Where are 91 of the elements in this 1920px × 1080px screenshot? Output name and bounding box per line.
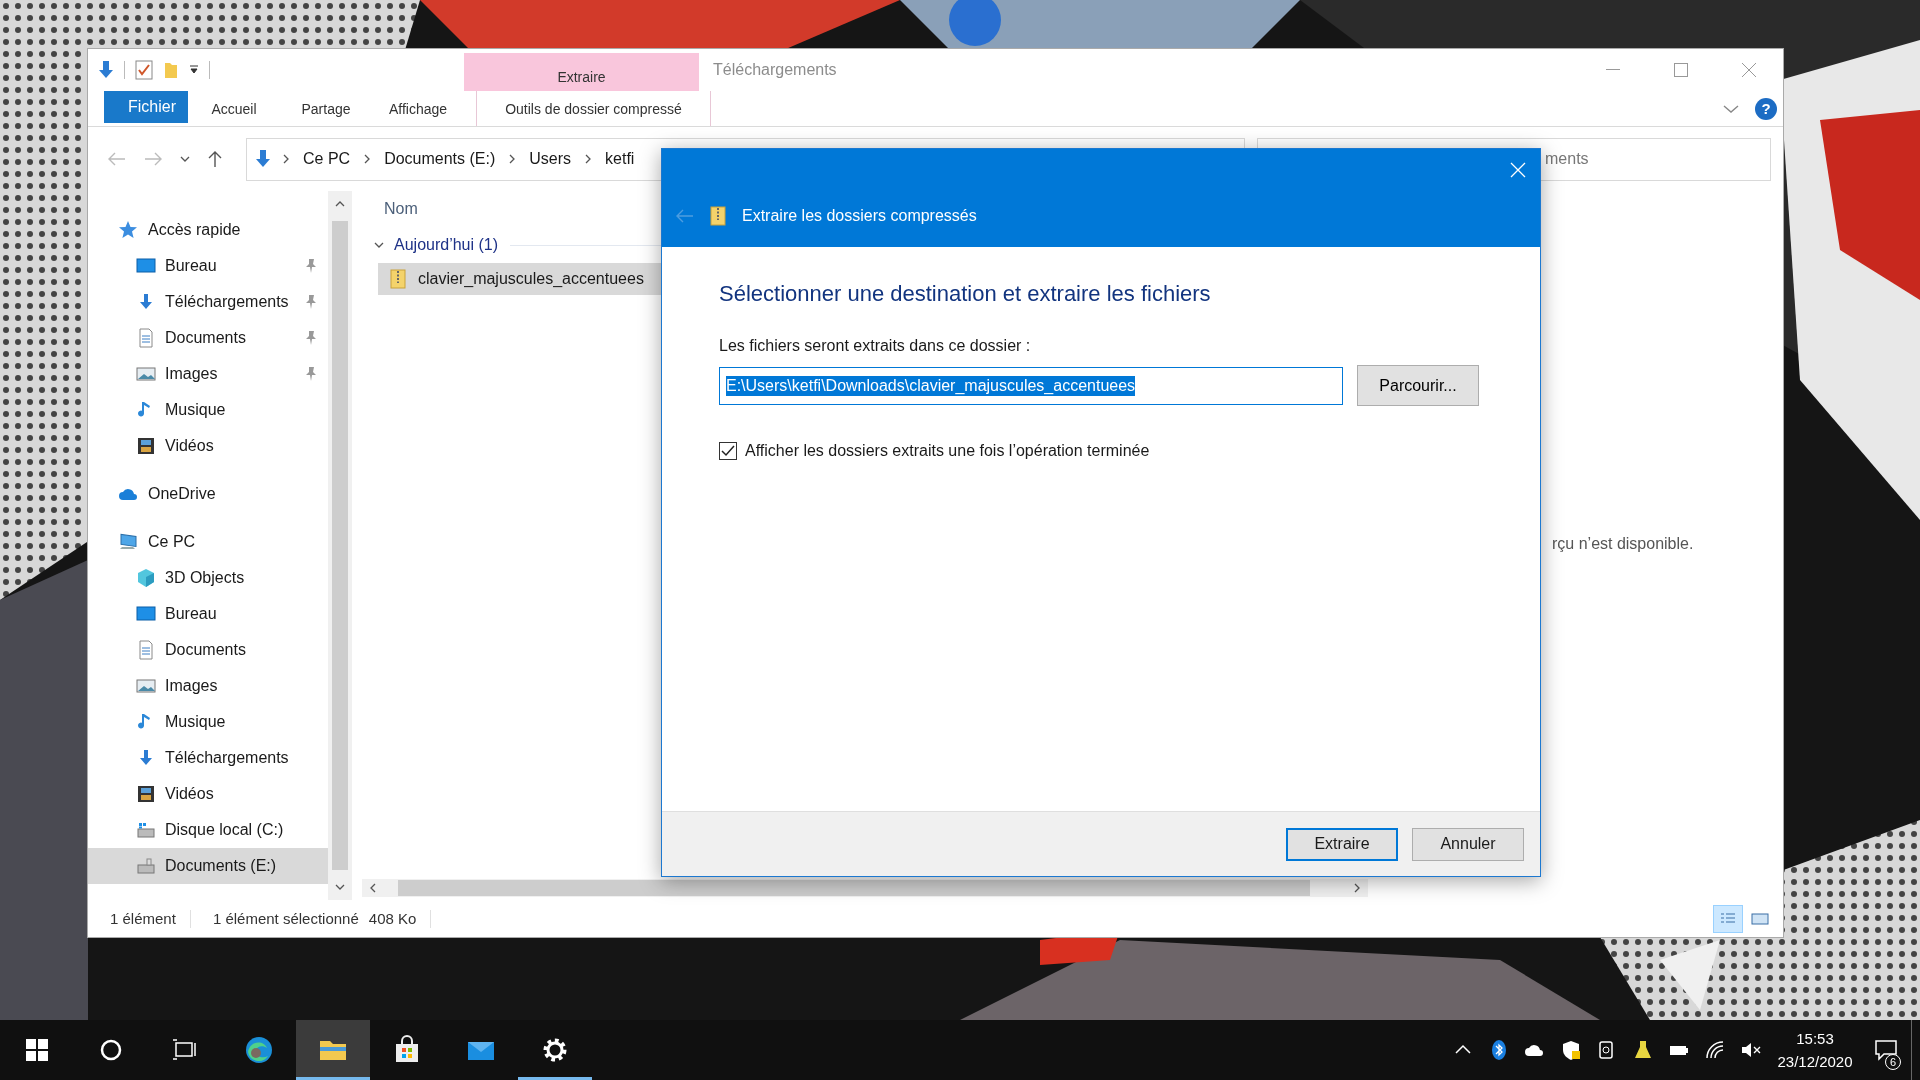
- preview-pane-icon: [1751, 911, 1769, 926]
- list-icon: [1720, 911, 1736, 926]
- zip-folder-icon: [390, 269, 406, 289]
- star-icon: [118, 220, 138, 240]
- scrollbar[interactable]: [362, 879, 1368, 897]
- path-field[interactable]: E:\Users\ketfi\Downloads\clavier_majuscules_accentuees: [719, 366, 1343, 405]
- maximize-icon[interactable]: [1674, 63, 1688, 77]
- document-icon: [136, 640, 156, 660]
- circle-icon: [100, 1039, 122, 1061]
- contextual-tab-group: Extraire: [464, 53, 699, 91]
- computer-icon: [118, 532, 138, 552]
- ribbon-tab[interactable]: Partage: [280, 91, 372, 126]
- field-label: Les fichiers seront extraits dans ce dossier :: [719, 337, 1032, 355]
- group-header[interactable]: Aujourd’hui (1): [374, 236, 499, 254]
- cancel-button[interactable]: Annuler: [1412, 827, 1524, 861]
- shield-icon[interactable]: [1560, 1039, 1582, 1061]
- breadcrumb[interactable]: ketfi: [603, 150, 637, 168]
- nav-item[interactable]: Images: [88, 668, 328, 704]
- scroll-up-icon: [335, 199, 345, 209]
- nav-item[interactable]: Images: [88, 356, 328, 392]
- nav-item[interactable]: 3D Objects: [88, 560, 328, 596]
- down-arrow-icon: [255, 149, 271, 169]
- window-title: Téléchargements: [712, 60, 838, 80]
- dialog-title: Extraire les dossiers compressés: [742, 207, 977, 225]
- desktop-icon: [136, 256, 156, 276]
- drive-icon: [136, 856, 156, 876]
- column-header[interactable]: Nom: [384, 200, 418, 218]
- up-arrow-icon[interactable]: [208, 150, 222, 168]
- properties-icon[interactable]: [135, 60, 153, 80]
- help-button[interactable]: ?: [1755, 97, 1777, 120]
- cube-icon: [136, 568, 156, 588]
- close-icon[interactable]: [1741, 62, 1757, 78]
- scroll-right-icon: [1352, 883, 1362, 893]
- browser-icon: [243, 1034, 275, 1066]
- nav-item[interactable]: Musique: [88, 704, 328, 740]
- breadcrumb[interactable]: Users: [527, 150, 574, 168]
- status-text: 1 élément: [109, 910, 177, 927]
- film-icon: [136, 784, 156, 804]
- dialog-heading: Sélectionner une destination et extraire les fichiers: [719, 281, 1212, 307]
- ribbon-tab[interactable]: Accueil: [188, 91, 280, 126]
- nav-item[interactable]: Musique: [88, 392, 328, 428]
- ribbon-tab[interactable]: Outils de dossier compressé: [476, 91, 711, 126]
- nav-item[interactable]: Bureau: [88, 596, 328, 632]
- nav-item[interactable]: Téléchargements: [88, 740, 328, 776]
- image-icon: [136, 364, 156, 384]
- ribbon-tab[interactable]: Fichier: [104, 91, 188, 123]
- zip-folder-icon: [710, 206, 726, 226]
- extract-button[interactable]: Extraire: [1286, 827, 1398, 861]
- nav-item[interactable]: OneDrive: [88, 476, 328, 512]
- down-arrow-icon[interactable]: [98, 60, 114, 80]
- notifications-button[interactable]: 6: [1861, 1020, 1911, 1080]
- document-icon: [136, 328, 156, 348]
- chevron-down-icon: [374, 240, 384, 250]
- task-view-icon: [172, 1039, 198, 1061]
- scroll-down-icon: [335, 882, 345, 892]
- flask-icon[interactable]: [1632, 1039, 1654, 1061]
- status-text: 1 élément sélectionné: [211, 910, 359, 927]
- breadcrumb[interactable]: Documents (E:): [382, 150, 498, 168]
- dropdown-icon[interactable]: [189, 65, 199, 75]
- taskbar-button[interactable]: [296, 1020, 370, 1080]
- scrollbar[interactable]: [328, 191, 352, 900]
- expand-ribbon-icon[interactable]: [1723, 103, 1739, 114]
- preview-message: rçu n’est disponible.: [1552, 535, 1694, 552]
- browse-button[interactable]: Parcourir...: [1357, 365, 1479, 406]
- image-icon: [136, 676, 156, 696]
- wifi-icon[interactable]: [1704, 1039, 1726, 1061]
- nav-item[interactable]: Vidéos: [88, 428, 328, 464]
- nav-item[interactable]: Documents: [88, 320, 328, 356]
- nav-item[interactable]: Vidéos: [88, 776, 328, 812]
- nav-item[interactable]: Ce PC: [88, 524, 328, 560]
- status-text: 408 Ko: [367, 910, 418, 927]
- chevron-right-icon: [281, 154, 291, 164]
- checkbox[interactable]: [719, 442, 737, 460]
- nav-item[interactable]: Téléchargements: [88, 284, 328, 320]
- drive-icon: [136, 820, 156, 840]
- clock[interactable]: 15:53 23/12/2020: [1769, 1020, 1861, 1080]
- recent-locations-icon: [180, 154, 190, 164]
- ribbon-tab[interactable]: Affichage: [372, 91, 464, 126]
- desktop-icon: [136, 604, 156, 624]
- nav-item[interactable]: Documents (E:): [88, 848, 328, 884]
- notification-count: 6: [1885, 1054, 1901, 1070]
- film-icon: [136, 436, 156, 456]
- checkbox-label: Afficher les dossiers extraits une fois l’opération terminée: [745, 442, 1150, 460]
- nav-item[interactable]: Documents: [88, 632, 328, 668]
- scroll-left-icon: [368, 883, 378, 893]
- nav-item[interactable]: Bureau: [88, 248, 328, 284]
- breadcrumb[interactable]: Ce PC: [301, 150, 353, 168]
- nav-item[interactable]: Accès rapide: [88, 212, 328, 248]
- nav-item[interactable]: Disque local (C:): [88, 812, 328, 848]
- windows-logo-icon: [26, 1039, 48, 1061]
- minimize-icon[interactable]: [1606, 69, 1620, 71]
